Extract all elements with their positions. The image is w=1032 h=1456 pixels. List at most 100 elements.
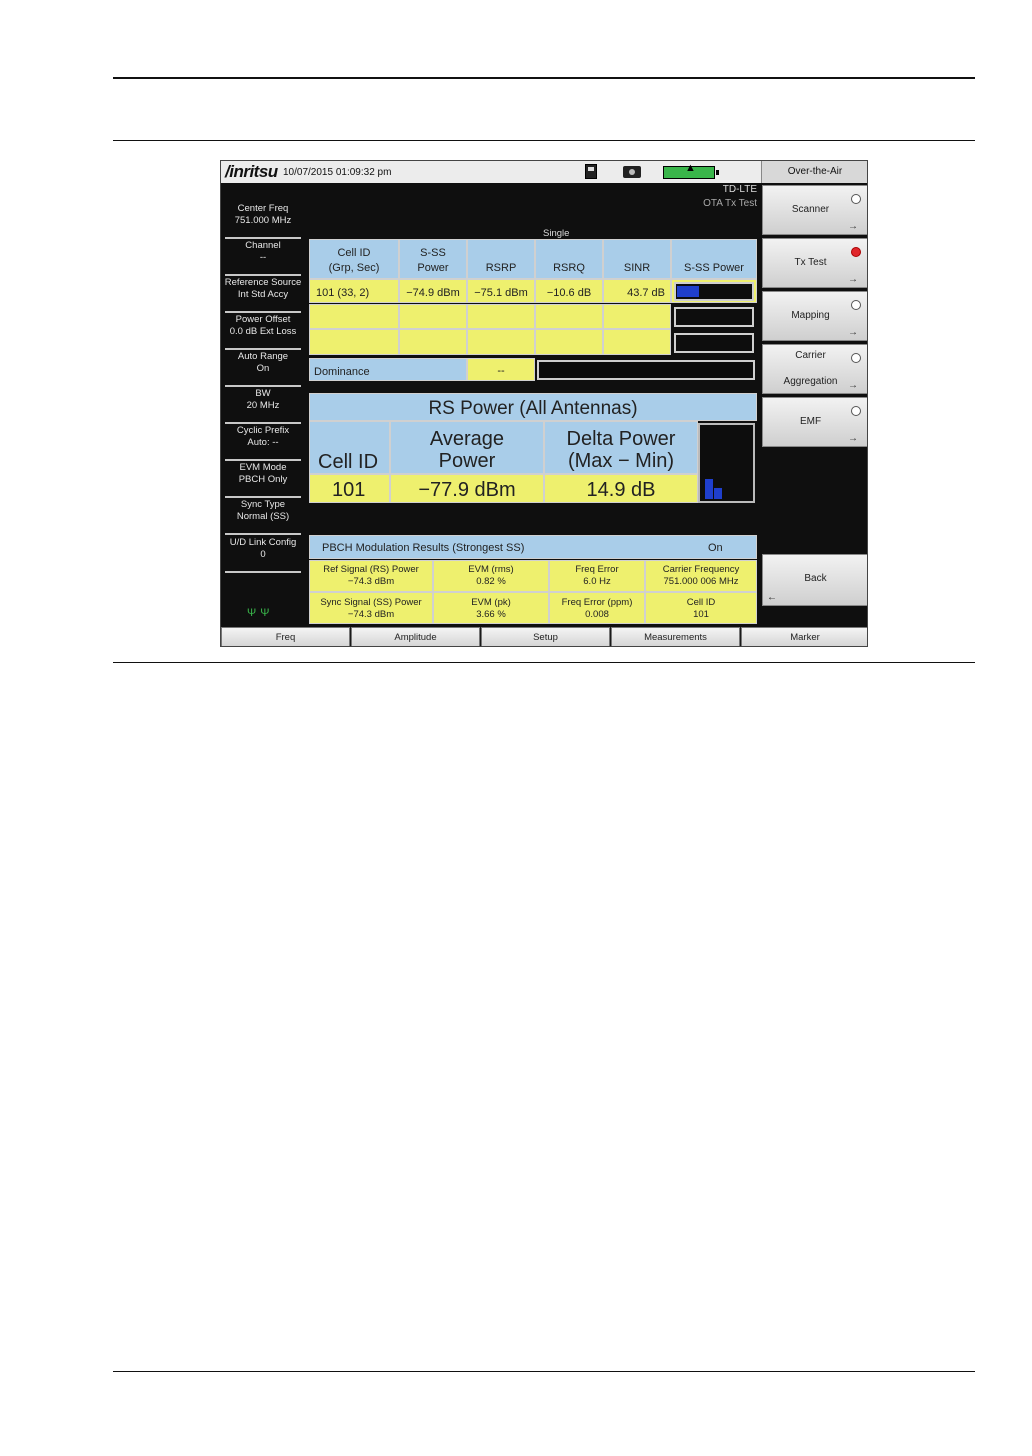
metric-value: 101 — [693, 609, 709, 620]
header-line1: S-SS — [420, 247, 446, 259]
param-value: 20 MHz — [246, 400, 280, 411]
metric-label: Carrier Frequency — [662, 564, 740, 575]
scanner-button[interactable]: Scanner → — [762, 185, 867, 235]
empty-row-cell — [535, 304, 603, 329]
rs-col-cell-id-header: Cell ID — [309, 421, 390, 474]
submenu-arrow-icon: → — [848, 433, 858, 444]
button-label: EMF — [799, 416, 822, 427]
param-value: 751.000 MHz — [234, 215, 292, 226]
footer-rule — [113, 1371, 975, 1372]
parameter-panel: Center Freq 751.000 MHz Channel -- Referen… — [221, 183, 305, 627]
param-bw[interactable]: BW 20 MHz — [223, 388, 303, 424]
param-label: Reference Source — [224, 277, 302, 288]
cell-id-value: 101 (33, 2) — [309, 279, 399, 303]
metric-value: −74.3 dBm — [347, 576, 395, 587]
setup-menu-button[interactable]: Setup — [481, 627, 610, 646]
header-line2: SINR — [623, 262, 651, 274]
metric-label: Freq Error (ppm) — [561, 597, 633, 608]
param-value: On — [256, 363, 270, 374]
header-line2: RSRP — [485, 262, 517, 274]
param-cyclic-prefix[interactable]: Cyclic Prefix Auto: -- — [223, 425, 303, 461]
carrier-aggregation-button[interactable]: Carrier Aggregation → — [762, 344, 867, 394]
radio-indicator-icon — [851, 247, 861, 257]
param-power-offset[interactable]: Power Offset 0.0 dB Ext Loss — [223, 314, 303, 350]
anritsu-logo: /inritsu — [225, 162, 278, 181]
metric-label: EVM (rms) — [468, 564, 514, 575]
header-line1 — [604, 246, 670, 261]
dominance-label: Dominance — [309, 358, 467, 381]
header-line2: S-SS Power — [684, 262, 744, 274]
empty-row-cell — [399, 304, 467, 329]
antenna-bar-2 — [714, 488, 722, 499]
plug-icon: ▲ — [685, 162, 696, 174]
empty-row-cell — [467, 304, 535, 329]
rs-col-avg-power-header: Average Power — [390, 421, 544, 474]
param-evm-mode[interactable]: EVM Mode PBCH Only — [223, 462, 303, 498]
param-sync-type[interactable]: Sync Type Normal (SS) — [223, 499, 303, 535]
back-button[interactable]: Back ← — [762, 554, 867, 606]
param-center-freq[interactable]: Center Freq 751.000 MHz — [223, 203, 303, 239]
figure-bottom-rule — [113, 662, 975, 663]
param-channel[interactable]: Channel -- — [223, 240, 303, 276]
top-rule-thin — [113, 140, 975, 141]
metric-value: 0.008 — [585, 609, 609, 620]
metric-value: 3.66 % — [476, 609, 506, 620]
rs-delta-power-value: 14.9 dB — [544, 474, 698, 503]
menu-title: Over-the-Air — [761, 161, 867, 183]
param-label: Channel — [245, 240, 281, 251]
empty-row-cell — [603, 304, 671, 329]
param-ud-link-config[interactable]: U/D Link Config 0 — [223, 537, 303, 573]
dominance-value: -- — [467, 358, 535, 381]
measurements-menu-button[interactable]: Measurements — [611, 627, 740, 646]
empty-row-cell — [535, 329, 603, 355]
test-name-label: OTA Tx Test — [703, 198, 757, 209]
mapping-button[interactable]: Mapping → — [762, 291, 867, 341]
metric-label: EVM (pk) — [471, 597, 511, 608]
metric-value: 751.000 006 MHz — [663, 576, 739, 587]
antenna-icon: ΨΨ — [247, 607, 274, 619]
col-header-cell-id: Cell ID (Grp, Sec) — [309, 239, 399, 279]
col-header-rsrq: RSRQ — [535, 239, 603, 279]
amplitude-menu-button[interactable]: Amplitude — [351, 627, 480, 646]
header-line2: Power — [417, 262, 449, 274]
sweep-mode-label: Single — [543, 228, 570, 239]
header-line1: Average — [429, 428, 505, 450]
radio-indicator-icon — [851, 353, 861, 363]
pbch-title: PBCH Modulation Results (Strongest SS) — [322, 542, 525, 554]
col-header-rsrp: RSRP — [467, 239, 535, 279]
main-menu-bar: Freq Amplitude Setup Measurements Marker — [221, 627, 867, 646]
rs-cell-id-value: 101 — [309, 474, 390, 503]
back-arrow-icon: ← — [767, 592, 777, 603]
emf-button[interactable]: EMF → — [762, 397, 867, 447]
param-label: U/D Link Config — [229, 537, 297, 548]
metric-label: Freq Error — [575, 564, 619, 575]
save-icon[interactable] — [585, 164, 597, 179]
pbch-evm-pk: EVM (pk) 3.66 % — [433, 592, 549, 624]
header-line1 — [468, 246, 534, 261]
sinr-value: 43.7 dB — [603, 279, 671, 303]
tx-test-button[interactable]: Tx Test → — [762, 238, 867, 288]
pbch-ref-signal-power: Ref Signal (RS) Power −74.3 dBm — [309, 560, 433, 592]
col-header-sinr: SINR — [603, 239, 671, 279]
header-line1 — [536, 246, 602, 261]
dominance-bar-frame — [537, 360, 755, 380]
status-header: /inritsu 10/07/2015 01:09:32 pm ▲ — [221, 161, 761, 183]
camera-icon[interactable] — [623, 166, 641, 178]
header-line2: (Max − Min) — [567, 450, 675, 472]
submenu-arrow-icon: → — [848, 380, 858, 391]
param-label: Auto Range — [237, 351, 289, 362]
submenu-arrow-icon: → — [848, 327, 858, 338]
pbch-status: On — [708, 542, 723, 554]
param-reference-source[interactable]: Reference Source Int Std Accy — [223, 277, 303, 313]
param-label: EVM Mode — [239, 462, 287, 473]
marker-menu-button[interactable]: Marker — [741, 627, 867, 646]
header-line2: (Grp, Sec) — [328, 262, 380, 274]
rsrp-value: −75.1 dBm — [467, 279, 535, 303]
antenna-bar-1 — [705, 479, 713, 499]
empty-row-cell — [399, 329, 467, 355]
param-auto-range[interactable]: Auto Range On — [223, 351, 303, 387]
freq-menu-button[interactable]: Freq — [221, 627, 350, 646]
button-label: Scanner — [791, 204, 830, 215]
empty-row-cell — [309, 304, 399, 329]
pbch-cell-id: Cell ID 101 — [645, 592, 757, 624]
